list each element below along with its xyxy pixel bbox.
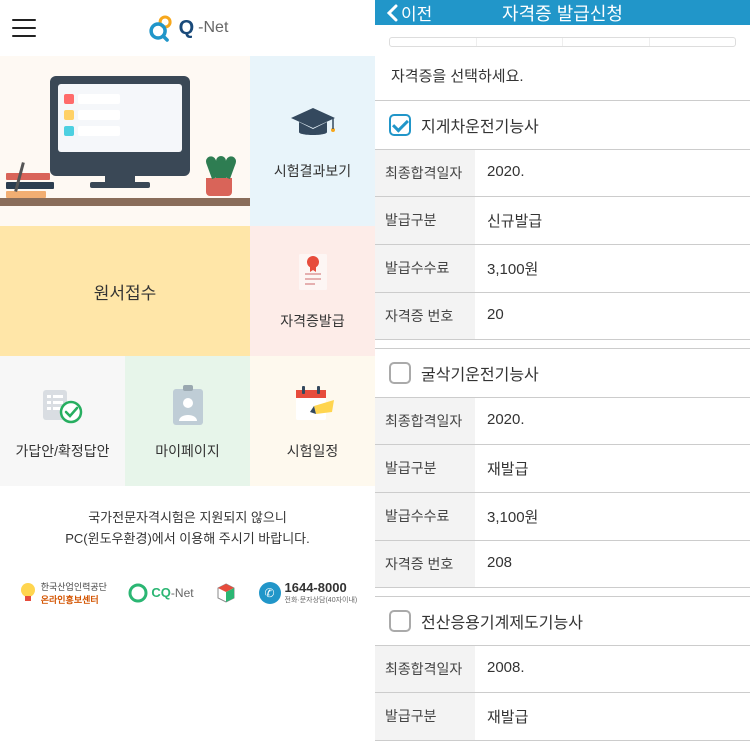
gcs-icon: [215, 582, 237, 604]
chevron-left-icon: [385, 4, 399, 22]
qnet-logo[interactable]: Q-Net: [147, 14, 229, 42]
cert-name: 지게차운전기능사: [421, 113, 539, 137]
id-card-icon: [163, 381, 213, 427]
cert-select-row[interactable]: 지게차운전기능사: [375, 101, 750, 150]
step-4[interactable]: 수수료결제: [650, 38, 736, 47]
tile-application[interactable]: 원서접수: [0, 226, 250, 356]
back-button[interactable]: 이전: [385, 0, 432, 25]
cert-select-row[interactable]: 전산응용기계제도기능사: [375, 597, 750, 646]
tile-label: 마이페이지: [155, 441, 219, 461]
step-1[interactable]: 자격증선택: [390, 38, 477, 47]
tile-exam-schedule[interactable]: 시험일정: [250, 356, 375, 486]
cert-select-row[interactable]: 굴삭기운전기능사: [375, 349, 750, 398]
cert-issue-screen: 이전 자격증 발급신청 자격증선택 선택확인 신청서작성 수수료결제 자격증을 …: [375, 0, 750, 741]
app-header: Q-Net: [0, 0, 375, 56]
home-screen: Q-Net: [0, 0, 375, 741]
step-3[interactable]: 신청서작성: [563, 38, 650, 47]
tile-label: 자격증발급: [280, 311, 344, 331]
cert-item: 전산응용기계제도기능사 최종합격일자2008. 발급구분재발급: [375, 596, 750, 741]
checkbox-icon[interactable]: [389, 362, 411, 384]
phone-contact[interactable]: ✆ 1644-8000 전화·문자상담(40자이내): [259, 580, 358, 605]
cert-item: 지게차운전기능사 최종합격일자2020. 발급구분신규발급 발급수수료3,100…: [375, 100, 750, 340]
step-tabs: 자격증선택 선택확인 신청서작성 수수료결제: [389, 37, 736, 47]
certificate-icon: [288, 251, 338, 297]
table-row: 자격증 번호20: [375, 293, 750, 340]
step-2[interactable]: 선택확인: [477, 38, 564, 47]
phone-icon: ✆: [259, 582, 281, 604]
cqnet-logo[interactable]: CQ-Net: [128, 583, 193, 603]
instruction-text: 자격증을 선택하세요.: [375, 47, 750, 100]
cq-icon: [128, 583, 148, 603]
table-row: 발급수수료3,100원: [375, 245, 750, 293]
cert-name: 굴삭기운전기능사: [421, 361, 539, 385]
screen-header: 이전 자격증 발급신청: [375, 0, 750, 25]
tile-answer-sheet[interactable]: 가답안/확정답안: [0, 356, 125, 486]
table-row: 발급수수료3,100원: [375, 493, 750, 541]
logo-brand: Q: [179, 17, 195, 40]
table-row: 발급구분신규발급: [375, 197, 750, 245]
calendar-icon: [288, 381, 338, 427]
table-row: 발급구분재발급: [375, 445, 750, 493]
tile-label: 원서접수: [94, 279, 157, 304]
logo-suffix: -Net: [198, 19, 228, 37]
hrdk-logo[interactable]: 한국산업인력공단온라인홍보센터: [18, 580, 107, 606]
graduation-cap-icon: [288, 101, 338, 147]
bulb-icon: [18, 581, 38, 605]
footer-logos: 한국산업인력공단온라인홍보센터 CQ-Net ✆ 1644-8000 전화·문자…: [0, 572, 375, 622]
checkbox-icon[interactable]: [389, 610, 411, 632]
cert-name: 전산응용기계제도기능사: [421, 609, 583, 633]
hero-illustration: [0, 56, 250, 226]
menu-button[interactable]: [12, 19, 36, 37]
table-row: 발급구분재발급: [375, 693, 750, 741]
table-row: 최종합격일자2008.: [375, 646, 750, 693]
table-row: 최종합격일자2020.: [375, 398, 750, 445]
tile-label: 가답안/확정답안: [15, 441, 109, 461]
gcs-logo[interactable]: [215, 582, 237, 604]
table-row: 최종합격일자2020.: [375, 150, 750, 197]
tile-exam-result[interactable]: 시험결과보기: [250, 56, 375, 226]
checkbox-icon[interactable]: [389, 114, 411, 136]
tile-label: 시험일정: [287, 441, 339, 461]
tile-label: 시험결과보기: [274, 161, 351, 181]
table-row: 자격증 번호208: [375, 541, 750, 588]
page-title: 자격증 발급신청: [502, 0, 623, 26]
tile-certificate-issue[interactable]: 자격증발급: [250, 226, 375, 356]
qnet-logo-icon: [147, 14, 175, 42]
tile-mypage[interactable]: 마이페이지: [125, 356, 250, 486]
cert-item: 굴삭기운전기능사 최종합격일자2020. 발급구분재발급 발급수수료3,100원…: [375, 348, 750, 588]
notice-text: 국가전문자격시험은 지원되지 않으니 PC(윈도우환경)에서 이용해 주시기 바…: [0, 486, 375, 572]
checklist-icon: [38, 381, 88, 427]
